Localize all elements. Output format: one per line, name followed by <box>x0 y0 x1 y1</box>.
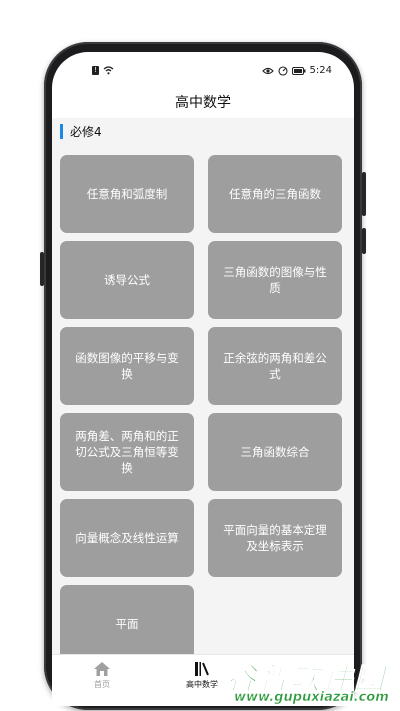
card-7[interactable]: 三角函数综合 <box>208 413 342 491</box>
card-2[interactable]: 诱导公式 <box>60 241 194 319</box>
sim-alert-icon: ! <box>92 66 99 75</box>
book-icon <box>195 662 209 676</box>
battery-icon <box>291 66 306 75</box>
card-3[interactable]: 三角函数的图像与性质 <box>208 241 342 319</box>
tab-home-label: 首页 <box>94 680 110 689</box>
card-10[interactable]: 平面 <box>60 585 194 663</box>
section-header: 必修4 <box>60 123 102 139</box>
section-title: 必修4 <box>70 124 102 139</box>
phone-side-button-right-top <box>362 172 366 216</box>
main-content[interactable]: 必修4 任意角和弧度制 任意角的三角函数 诱导公式 三角函数的图像与性质 函数图… <box>52 118 354 663</box>
status-right-icons: 5:24 <box>261 65 332 76</box>
eye-icon <box>261 67 274 75</box>
card-5[interactable]: 正余弦的两角和差公式 <box>208 327 342 405</box>
card-1[interactable]: 任意角的三角函数 <box>208 155 342 233</box>
phone-side-button-right-bottom <box>362 228 366 254</box>
phone-screen: ! 5:24 高中数学 必修4 任意角和弧度制 任意角的三角函数 诱导公式 三角… <box>52 52 354 706</box>
wifi-icon <box>103 66 114 75</box>
card-0[interactable]: 任意角和弧度制 <box>60 155 194 233</box>
section-accent-bar <box>60 123 63 139</box>
card-6[interactable]: 两角差、两角和的正切公式及三角恒等变换 <box>60 413 194 491</box>
gauge-icon <box>277 65 288 76</box>
home-icon <box>94 662 110 676</box>
status-bar: ! 5:24 <box>52 52 354 86</box>
watermark-url: www.gupuxiazai.com <box>234 690 389 705</box>
status-time: 5:24 <box>309 65 332 76</box>
status-left-icons: ! <box>92 66 114 75</box>
tab-home[interactable]: 首页 <box>52 661 152 690</box>
card-8[interactable]: 向量概念及线性运算 <box>60 499 194 577</box>
watermark: 谷普软件园 www.gupuxiazai.com <box>218 650 398 708</box>
card-9[interactable]: 平面向量的基本定理及坐标表示 <box>208 499 342 577</box>
card-4[interactable]: 函数图像的平移与变换 <box>60 327 194 405</box>
